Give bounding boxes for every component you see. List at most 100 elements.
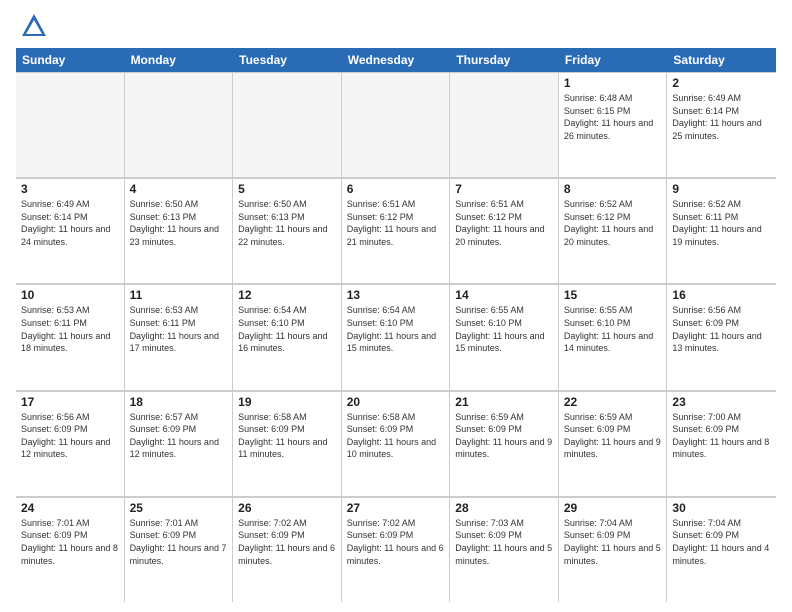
day-info: Sunrise: 7:02 AM Sunset: 6:09 PM Dayligh… <box>238 517 336 567</box>
day-info: Sunrise: 6:59 AM Sunset: 6:09 PM Dayligh… <box>564 411 662 461</box>
day-number: 15 <box>564 288 662 302</box>
calendar-row-2: 10 Sunrise: 6:53 AM Sunset: 6:11 PM Dayli… <box>16 284 776 390</box>
day-number: 17 <box>21 395 119 409</box>
header <box>16 12 776 40</box>
day-number: 26 <box>238 501 336 515</box>
day-number: 2 <box>672 76 771 90</box>
calendar-cell: 7Sunrise: 6:51 AM Sunset: 6:12 PM Daylig… <box>450 178 559 283</box>
calendar-cell: 9 Sunrise: 6:52 AM Sunset: 6:11 PM Daylig… <box>667 178 776 283</box>
calendar-cell: 25 Sunrise: 7:01 AM Sunset: 6:09 PM Dayli… <box>125 497 234 602</box>
calendar-row-3: 17 Sunrise: 6:56 AM Sunset: 6:09 PM Dayli… <box>16 391 776 497</box>
calendar-cell: 17 Sunrise: 6:56 AM Sunset: 6:09 PM Dayli… <box>16 391 125 496</box>
day-info: Sunrise: 7:03 AM Sunset: 6:09 PM Dayligh… <box>455 517 553 567</box>
calendar: SundayMondayTuesdayWednesdayThursdayFrid… <box>16 48 776 602</box>
header-day-thursday: Thursday <box>450 48 559 72</box>
day-number: 16 <box>672 288 771 302</box>
day-info: Sunrise: 7:00 AM Sunset: 6:09 PM Dayligh… <box>672 411 771 461</box>
day-number: 22 <box>564 395 662 409</box>
day-number: 28 <box>455 501 553 515</box>
day-number: 8 <box>564 182 662 196</box>
day-info: Sunrise: 6:48 AM Sunset: 6:15 PM Dayligh… <box>564 92 662 142</box>
day-info: Sunrise: 6:56 AM Sunset: 6:09 PM Dayligh… <box>21 411 119 461</box>
day-number: 30 <box>672 501 771 515</box>
day-number: 12 <box>238 288 336 302</box>
calendar-row-0: 1 Sunrise: 6:48 AM Sunset: 6:15 PM Daylig… <box>16 72 776 178</box>
day-number: 18 <box>130 395 228 409</box>
calendar-cell: 15Sunrise: 6:55 AM Sunset: 6:10 PM Dayli… <box>559 284 668 389</box>
day-number: 1 <box>564 76 662 90</box>
header-day-saturday: Saturday <box>667 48 776 72</box>
day-info: Sunrise: 6:57 AM Sunset: 6:09 PM Dayligh… <box>130 411 228 461</box>
day-number: 3 <box>21 182 119 196</box>
calendar-row-4: 24 Sunrise: 7:01 AM Sunset: 6:09 PM Dayli… <box>16 497 776 602</box>
calendar-cell <box>125 72 234 177</box>
logo <box>16 16 48 40</box>
calendar-cell: 28 Sunrise: 7:03 AM Sunset: 6:09 PM Dayli… <box>450 497 559 602</box>
day-info: Sunrise: 6:54 AM Sunset: 6:10 PM Dayligh… <box>238 304 336 354</box>
calendar-cell: 26 Sunrise: 7:02 AM Sunset: 6:09 PM Dayli… <box>233 497 342 602</box>
day-info: Sunrise: 6:49 AM Sunset: 6:14 PM Dayligh… <box>672 92 771 142</box>
day-info: Sunrise: 6:53 AM Sunset: 6:11 PM Dayligh… <box>130 304 228 354</box>
calendar-cell: 10 Sunrise: 6:53 AM Sunset: 6:11 PM Dayli… <box>16 284 125 389</box>
day-info: Sunrise: 7:04 AM Sunset: 6:09 PM Dayligh… <box>564 517 662 567</box>
calendar-cell <box>233 72 342 177</box>
day-info: Sunrise: 7:04 AM Sunset: 6:09 PM Dayligh… <box>672 517 771 567</box>
day-number: 11 <box>130 288 228 302</box>
calendar-cell: 23 Sunrise: 7:00 AM Sunset: 6:09 PM Dayli… <box>667 391 776 496</box>
day-info: Sunrise: 7:01 AM Sunset: 6:09 PM Dayligh… <box>21 517 119 567</box>
day-number: 6 <box>347 182 445 196</box>
day-number: 7 <box>455 182 553 196</box>
calendar-cell: 22 Sunrise: 6:59 AM Sunset: 6:09 PM Dayli… <box>559 391 668 496</box>
day-number: 4 <box>130 182 228 196</box>
calendar-cell: 30 Sunrise: 7:04 AM Sunset: 6:09 PM Dayli… <box>667 497 776 602</box>
day-number: 23 <box>672 395 771 409</box>
day-info: Sunrise: 6:58 AM Sunset: 6:09 PM Dayligh… <box>347 411 445 461</box>
day-info: Sunrise: 6:56 AM Sunset: 6:09 PM Dayligh… <box>672 304 771 354</box>
header-day-friday: Friday <box>559 48 668 72</box>
header-day-tuesday: Tuesday <box>233 48 342 72</box>
calendar-cell: 2 Sunrise: 6:49 AM Sunset: 6:14 PM Daylig… <box>667 72 776 177</box>
day-number: 25 <box>130 501 228 515</box>
day-info: Sunrise: 7:02 AM Sunset: 6:09 PM Dayligh… <box>347 517 445 567</box>
calendar-cell: 27 Sunrise: 7:02 AM Sunset: 6:09 PM Dayli… <box>342 497 451 602</box>
logo-icon <box>20 12 48 40</box>
day-info: Sunrise: 6:52 AM Sunset: 6:11 PM Dayligh… <box>672 198 771 248</box>
calendar-cell: 1 Sunrise: 6:48 AM Sunset: 6:15 PM Daylig… <box>559 72 668 177</box>
day-info: Sunrise: 6:49 AM Sunset: 6:14 PM Dayligh… <box>21 198 119 248</box>
day-info: Sunrise: 6:50 AM Sunset: 6:13 PM Dayligh… <box>130 198 228 248</box>
calendar-cell: 20 Sunrise: 6:58 AM Sunset: 6:09 PM Dayli… <box>342 391 451 496</box>
day-number: 27 <box>347 501 445 515</box>
calendar-body: 1 Sunrise: 6:48 AM Sunset: 6:15 PM Daylig… <box>16 72 776 602</box>
calendar-cell: 12 Sunrise: 6:54 AM Sunset: 6:10 PM Dayli… <box>233 284 342 389</box>
calendar-cell: 21 Sunrise: 6:59 AM Sunset: 6:09 PM Dayli… <box>450 391 559 496</box>
calendar-cell: 18 Sunrise: 6:57 AM Sunset: 6:09 PM Dayli… <box>125 391 234 496</box>
calendar-cell <box>450 72 559 177</box>
day-number: 21 <box>455 395 553 409</box>
day-number: 5 <box>238 182 336 196</box>
calendar-cell: 3 Sunrise: 6:49 AM Sunset: 6:14 PM Daylig… <box>16 178 125 283</box>
day-number: 9 <box>672 182 771 196</box>
day-info: Sunrise: 6:59 AM Sunset: 6:09 PM Dayligh… <box>455 411 553 461</box>
header-day-sunday: Sunday <box>16 48 125 72</box>
day-info: Sunrise: 6:52 AM Sunset: 6:12 PM Dayligh… <box>564 198 662 248</box>
day-number: 13 <box>347 288 445 302</box>
calendar-cell: 29 Sunrise: 7:04 AM Sunset: 6:09 PM Dayli… <box>559 497 668 602</box>
day-number: 24 <box>21 501 119 515</box>
day-info: Sunrise: 6:53 AM Sunset: 6:11 PM Dayligh… <box>21 304 119 354</box>
page: SundayMondayTuesdayWednesdayThursdayFrid… <box>0 0 792 612</box>
day-number: 20 <box>347 395 445 409</box>
day-number: 10 <box>21 288 119 302</box>
calendar-cell: 8 Sunrise: 6:52 AM Sunset: 6:12 PM Daylig… <box>559 178 668 283</box>
calendar-cell: 24 Sunrise: 7:01 AM Sunset: 6:09 PM Dayli… <box>16 497 125 602</box>
calendar-cell <box>342 72 451 177</box>
header-day-wednesday: Wednesday <box>342 48 451 72</box>
day-number: 29 <box>564 501 662 515</box>
calendar-cell: 5Sunrise: 6:50 AM Sunset: 6:13 PM Daylig… <box>233 178 342 283</box>
day-info: Sunrise: 6:55 AM Sunset: 6:10 PM Dayligh… <box>455 304 553 354</box>
day-info: Sunrise: 6:54 AM Sunset: 6:10 PM Dayligh… <box>347 304 445 354</box>
day-number: 14 <box>455 288 553 302</box>
day-info: Sunrise: 7:01 AM Sunset: 6:09 PM Dayligh… <box>130 517 228 567</box>
calendar-cell: 11 Sunrise: 6:53 AM Sunset: 6:11 PM Dayli… <box>125 284 234 389</box>
calendar-cell: 14 Sunrise: 6:55 AM Sunset: 6:10 PM Dayli… <box>450 284 559 389</box>
calendar-cell <box>16 72 125 177</box>
